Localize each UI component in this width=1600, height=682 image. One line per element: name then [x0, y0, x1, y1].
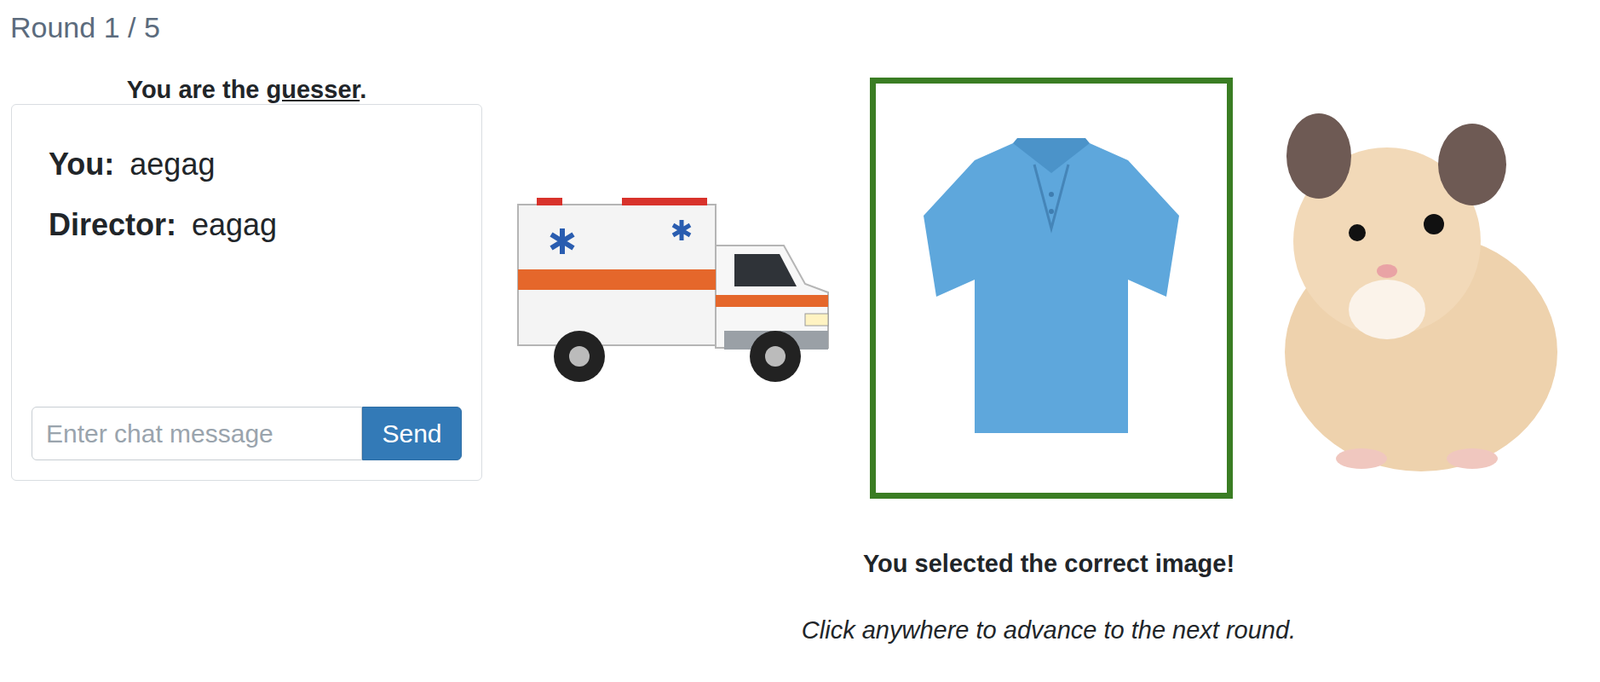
chat-form: Send	[31, 406, 462, 461]
image-choice[interactable]	[869, 77, 1233, 499]
round-label: Round 1 / 5	[10, 10, 1600, 45]
image-area: You selected the correct image! Click an…	[505, 47, 1577, 645]
image-row	[505, 47, 1577, 499]
message-list: You: aegag Director: eagag	[31, 104, 462, 244]
message-speaker: You:	[48, 145, 115, 184]
image-choice[interactable]	[505, 179, 850, 397]
game-page: Round 1 / 5 You are the guesser. You: aeg…	[0, 0, 1600, 645]
ambulance-icon	[511, 185, 844, 391]
role-heading: You are the guesser.	[11, 74, 483, 105]
hamster-icon	[1259, 96, 1572, 480]
chat-box: You: aegag Director: eagag Send	[11, 103, 483, 481]
feedback-message: You selected the correct image!	[863, 547, 1235, 579]
chat-column: You are the guesser. You: aegag Director: e…	[11, 47, 483, 645]
message-text: eagag	[191, 206, 277, 244]
send-button[interactable]: Send	[362, 406, 462, 461]
message-text: aegag	[129, 145, 215, 184]
chat-message: Director: eagag	[48, 206, 445, 244]
chat-input[interactable]	[31, 406, 363, 461]
chat-message: You: aegag	[48, 145, 445, 184]
image-choice[interactable]	[1253, 90, 1577, 486]
role-name: guesser	[266, 75, 361, 104]
message-speaker: Director:	[48, 206, 177, 244]
shirt-icon	[915, 134, 1188, 442]
advance-hint: Click anywhere to advance to the next ro…	[801, 614, 1296, 645]
